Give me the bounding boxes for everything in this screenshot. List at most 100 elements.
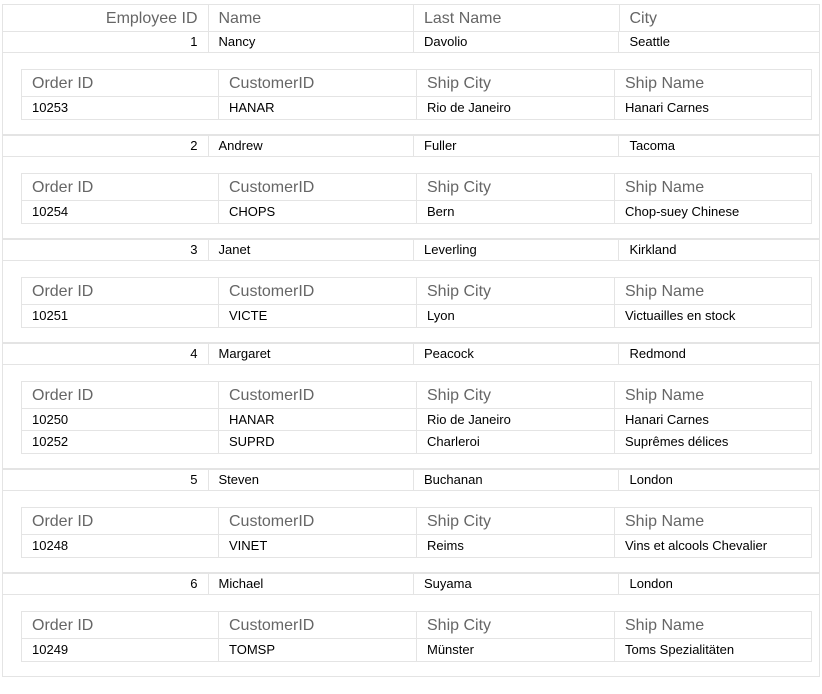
cell-city[interactable]: Tacoma: [619, 136, 819, 156]
cell-customer-id[interactable]: HANAR: [219, 97, 417, 119]
cell-customer-id[interactable]: VICTE: [219, 305, 417, 327]
detail-row[interactable]: 10252 SUPRD Charleroi Suprêmes délices: [22, 431, 811, 453]
header-ship-name[interactable]: Ship Name: [615, 382, 811, 408]
cell-last-name[interactable]: Leverling: [414, 240, 620, 260]
cell-ship-name[interactable]: Hanari Carnes: [615, 97, 811, 119]
cell-order-id[interactable]: 10250: [22, 409, 219, 430]
header-ship-name[interactable]: Ship Name: [615, 278, 811, 304]
cell-employee-id[interactable]: 5: [3, 470, 209, 490]
cell-customer-id[interactable]: VINET: [219, 535, 417, 557]
header-order-id[interactable]: Order ID: [22, 382, 219, 408]
cell-city[interactable]: London: [619, 470, 819, 490]
cell-order-id[interactable]: 10251: [22, 305, 219, 327]
master-row[interactable]: 4 Margaret Peacock Redmond: [2, 343, 820, 365]
cell-ship-name[interactable]: Toms Spezialitäten: [615, 639, 811, 661]
header-ship-name[interactable]: Ship Name: [615, 174, 811, 200]
cell-ship-city[interactable]: Charleroi: [417, 431, 615, 453]
master-row[interactable]: 2 Andrew Fuller Tacoma: [2, 135, 820, 157]
master-row[interactable]: 5 Steven Buchanan London: [2, 469, 820, 491]
cell-last-name[interactable]: Fuller: [414, 136, 620, 156]
header-order-id[interactable]: Order ID: [22, 70, 219, 96]
cell-order-id[interactable]: 10254: [22, 201, 219, 223]
cell-employee-id[interactable]: 1: [3, 32, 209, 52]
header-customer-id[interactable]: CustomerID: [219, 612, 417, 638]
detail-row[interactable]: 10251 VICTE Lyon Victuailles en stock: [22, 305, 811, 327]
cell-city[interactable]: London: [619, 574, 819, 594]
cell-ship-name[interactable]: Suprêmes délices: [615, 431, 811, 453]
cell-last-name[interactable]: Davolio: [414, 32, 620, 52]
cell-order-id[interactable]: 10253: [22, 97, 219, 119]
cell-customer-id[interactable]: SUPRD: [219, 431, 417, 453]
cell-ship-name[interactable]: Victuailles en stock: [615, 305, 811, 327]
cell-name[interactable]: Andrew: [209, 136, 414, 156]
cell-ship-city[interactable]: Rio de Janeiro: [417, 97, 615, 119]
cell-ship-city[interactable]: Bern: [417, 201, 615, 223]
detail-row[interactable]: 10250 HANAR Rio de Janeiro Hanari Carnes: [22, 409, 811, 431]
header-customer-id[interactable]: CustomerID: [219, 508, 417, 534]
header-name[interactable]: Name: [209, 5, 414, 31]
master-header-row: Employee ID Name Last Name City: [2, 4, 820, 31]
master-row[interactable]: 6 Michael Suyama London: [2, 573, 820, 595]
cell-customer-id[interactable]: TOMSP: [219, 639, 417, 661]
cell-name[interactable]: Janet: [209, 240, 414, 260]
detail-row[interactable]: 10249 TOMSP Münster Toms Spezialitäten: [22, 639, 811, 661]
header-ship-name[interactable]: Ship Name: [615, 508, 811, 534]
cell-last-name[interactable]: Suyama: [414, 574, 620, 594]
header-ship-city[interactable]: Ship City: [417, 508, 615, 534]
detail-row[interactable]: 10248 VINET Reims Vins et alcools Chevalier: [22, 535, 811, 557]
detail-row[interactable]: 10253 HANAR Rio de Janeiro Hanari Carnes: [22, 97, 811, 119]
cell-customer-id[interactable]: HANAR: [219, 409, 417, 430]
cell-ship-name[interactable]: Hanari Carnes: [615, 409, 811, 430]
header-ship-city[interactable]: Ship City: [417, 612, 615, 638]
detail-container: Order ID CustomerID Ship City Ship Name 1024…: [2, 491, 820, 573]
cell-name[interactable]: Steven: [209, 470, 414, 490]
header-ship-city[interactable]: Ship City: [417, 382, 615, 408]
cell-city[interactable]: Redmond: [619, 344, 819, 364]
cell-city[interactable]: Kirkland: [619, 240, 819, 260]
cell-name[interactable]: Margaret: [209, 344, 414, 364]
cell-ship-city[interactable]: Münster: [417, 639, 615, 661]
detail-header-row: Order ID CustomerID Ship City Ship Name: [22, 174, 811, 201]
cell-ship-name[interactable]: Vins et alcools Chevalier: [615, 535, 811, 557]
cell-customer-id[interactable]: CHOPS: [219, 201, 417, 223]
cell-ship-city[interactable]: Reims: [417, 535, 615, 557]
cell-last-name[interactable]: Peacock: [414, 344, 620, 364]
header-order-id[interactable]: Order ID: [22, 508, 219, 534]
header-order-id[interactable]: Order ID: [22, 612, 219, 638]
cell-employee-id[interactable]: 2: [3, 136, 209, 156]
cell-name[interactable]: Nancy: [209, 32, 414, 52]
header-ship-city[interactable]: Ship City: [417, 278, 615, 304]
header-order-id[interactable]: Order ID: [22, 278, 219, 304]
header-order-id[interactable]: Order ID: [22, 174, 219, 200]
cell-name[interactable]: Michael: [209, 574, 414, 594]
detail-container: Order ID CustomerID Ship City Ship Name 1025…: [2, 157, 820, 239]
cell-employee-id[interactable]: 6: [3, 574, 209, 594]
header-ship-city[interactable]: Ship City: [417, 70, 615, 96]
detail-row[interactable]: 10254 CHOPS Bern Chop-suey Chinese: [22, 201, 811, 223]
cell-city[interactable]: Seattle: [619, 32, 819, 52]
cell-employee-id[interactable]: 3: [3, 240, 209, 260]
cell-employee-id[interactable]: 4: [3, 344, 209, 364]
header-ship-name[interactable]: Ship Name: [615, 70, 811, 96]
master-row[interactable]: 1 Nancy Davolio Seattle: [2, 31, 820, 53]
cell-order-id[interactable]: 10248: [22, 535, 219, 557]
cell-last-name[interactable]: Buchanan: [414, 470, 620, 490]
master-row[interactable]: 3 Janet Leverling Kirkland: [2, 239, 820, 261]
detail-grid: Order ID CustomerID Ship City Ship Name 1025…: [21, 69, 812, 120]
detail-header-row: Order ID CustomerID Ship City Ship Name: [22, 612, 811, 639]
cell-ship-city[interactable]: Lyon: [417, 305, 615, 327]
header-customer-id[interactable]: CustomerID: [219, 174, 417, 200]
detail-container: Order ID CustomerID Ship City Ship Name 1025…: [2, 53, 820, 135]
header-customer-id[interactable]: CustomerID: [219, 278, 417, 304]
header-last-name[interactable]: Last Name: [414, 5, 620, 31]
cell-order-id[interactable]: 10249: [22, 639, 219, 661]
header-ship-city[interactable]: Ship City: [417, 174, 615, 200]
header-city[interactable]: City: [620, 5, 820, 31]
header-employee-id[interactable]: Employee ID: [3, 5, 209, 31]
header-customer-id[interactable]: CustomerID: [219, 382, 417, 408]
header-customer-id[interactable]: CustomerID: [219, 70, 417, 96]
cell-order-id[interactable]: 10252: [22, 431, 219, 453]
cell-ship-city[interactable]: Rio de Janeiro: [417, 409, 615, 430]
header-ship-name[interactable]: Ship Name: [615, 612, 811, 638]
cell-ship-name[interactable]: Chop-suey Chinese: [615, 201, 811, 223]
